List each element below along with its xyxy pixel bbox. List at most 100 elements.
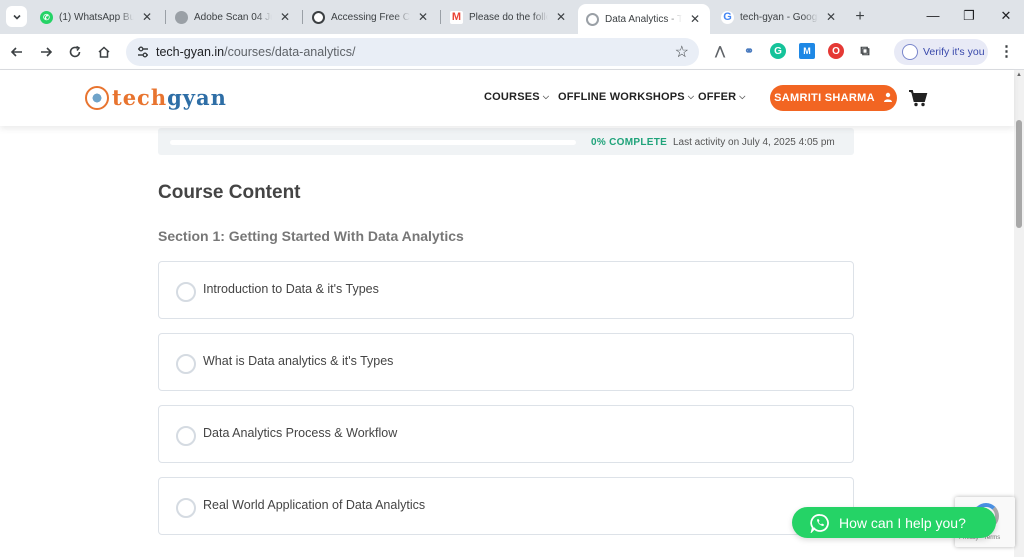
tab-close-icon[interactable]: ✕ <box>824 10 838 24</box>
tab-search-button[interactable] <box>6 6 27 27</box>
url-text: tech-gyan.in/courses/data-analytics/ <box>156 45 355 59</box>
progress-percent: 0% COMPLETE <box>591 137 668 148</box>
tab-separator <box>440 10 441 24</box>
address-bar[interactable]: tech-gyan.in/courses/data-analytics/ ☆ <box>126 38 699 66</box>
globe-icon <box>175 10 188 24</box>
lesson-title: What is Data analytics & it's Types <box>203 354 394 368</box>
progress-bar <box>170 140 576 145</box>
lesson-status-circle-icon <box>176 498 196 518</box>
gmail-icon: M <box>450 10 463 24</box>
lesson-item[interactable]: What is Data analytics & it's Types <box>158 333 854 391</box>
chevron-down-icon: ⌵ <box>542 92 550 101</box>
extension-a-icon[interactable]: ⋀ <box>712 43 728 59</box>
tab-close-icon[interactable]: ✕ <box>554 10 568 24</box>
chevron-down-icon <box>12 14 21 20</box>
nav-courses-label: COURSES <box>484 91 540 103</box>
site-icon <box>586 12 599 26</box>
reload-button[interactable] <box>64 41 86 63</box>
course-progress: 0% COMPLETE Last activity on July 4, 202… <box>158 128 854 155</box>
bookmark-star-icon[interactable]: ☆ <box>675 42 689 62</box>
link-extension-icon[interactable]: ⚭ <box>741 43 757 59</box>
arrow-right-icon <box>41 47 53 57</box>
nav-offer[interactable]: OFFER ⌵ <box>698 91 746 103</box>
nav-courses[interactable]: COURSES ⌵ <box>484 91 549 103</box>
scroll-up-arrow-icon[interactable]: ▲ <box>1015 72 1023 80</box>
tab-separator <box>165 10 166 24</box>
tab-adobe-scan[interactable]: Adobe Scan 04 Jul 2025 ✕ <box>167 5 300 29</box>
url-domain: tech-gyan.in <box>156 45 225 59</box>
home-icon <box>98 46 110 58</box>
forward-button[interactable] <box>35 41 57 63</box>
logo-text: techgyan <box>112 85 227 110</box>
user-icon <box>883 92 893 105</box>
chevron-down-icon: ⌵ <box>739 92 746 101</box>
tab-data-analytics[interactable]: Data Analytics - Tech Gyan ✕ <box>578 4 710 34</box>
nav-offline-workshops-label: OFFLINE WORKSHOPS <box>558 91 685 103</box>
user-account-button[interactable]: SAMRITI SHARMA <box>770 85 897 111</box>
last-activity: Last activity on July 4, 2025 4:05 pm <box>673 137 835 148</box>
whatsapp-icon: ✆ <box>40 10 53 24</box>
site-icon <box>312 10 325 24</box>
window-close-button[interactable]: ✕ <box>991 6 1021 26</box>
tab-close-icon[interactable]: ✕ <box>278 10 292 24</box>
lesson-status-circle-icon <box>176 354 196 374</box>
cart-icon[interactable] <box>908 88 928 108</box>
whatsapp-chat-button[interactable]: How can I help you? <box>792 507 996 538</box>
opera-extension-icon[interactable]: O <box>828 43 844 59</box>
restore-button[interactable]: ❐ <box>954 6 984 26</box>
back-button[interactable] <box>6 41 28 63</box>
profile-avatar-icon <box>902 44 918 60</box>
site-logo[interactable]: techgyan <box>85 85 227 110</box>
tab-close-icon[interactable]: ✕ <box>140 10 154 24</box>
reload-icon <box>69 45 81 58</box>
user-name: SAMRITI SHARMA <box>774 92 875 104</box>
logo-mark-icon <box>85 85 109 110</box>
google-icon: G <box>721 10 734 24</box>
mail-extension-icon[interactable]: M <box>799 43 815 59</box>
tab-whatsapp[interactable]: ✆ (1) WhatsApp Business ✕ <box>32 5 162 29</box>
chevron-down-icon: ⌵ <box>687 92 695 101</box>
verify-profile-button[interactable]: Verify it's you <box>894 39 988 65</box>
whatsapp-label: How can I help you? <box>839 514 966 531</box>
tab-title: Please do the following <box>469 11 548 23</box>
tab-google-search[interactable]: G tech-gyan - Google Search ✕ <box>713 5 846 29</box>
tab-title: Adobe Scan 04 Jul 2025 <box>194 11 272 23</box>
section-title: Section 1: Getting Started With Data Ana… <box>158 228 464 244</box>
whatsapp-icon <box>810 513 829 533</box>
minimize-button[interactable]: — <box>918 6 948 26</box>
lesson-status-circle-icon <box>176 282 196 302</box>
lesson-item[interactable]: Introduction to Data & it's Types <box>158 261 854 319</box>
new-tab-button[interactable]: + <box>851 8 869 26</box>
lesson-status-circle-icon <box>176 426 196 446</box>
nav-offline-workshops[interactable]: OFFLINE WORKSHOPS ⌵ <box>558 91 694 103</box>
url-path: /courses/data-analytics/ <box>224 45 356 59</box>
lesson-title: Real World Application of Data Analytics <box>203 498 426 512</box>
tab-separator <box>302 10 303 24</box>
verify-label: Verify it's you <box>923 46 985 58</box>
tab-title: (1) WhatsApp Business <box>59 11 134 23</box>
tab-close-icon[interactable]: ✕ <box>688 12 702 26</box>
lesson-title: Data Analytics Process & Workflow <box>203 426 398 440</box>
course-content-title: Course Content <box>158 182 301 203</box>
tab-title: tech-gyan - Google Search <box>740 11 818 23</box>
arrow-left-icon <box>10 47 22 57</box>
grammarly-icon[interactable]: G <box>770 43 786 59</box>
home-button[interactable] <box>93 41 115 63</box>
logo-text-tech: tech <box>112 85 168 110</box>
tab-gmail[interactable]: M Please do the following ✕ <box>442 5 576 29</box>
lesson-item[interactable]: Data Analytics Process & Workflow <box>158 405 854 463</box>
tab-title: Accessing Free Courses <box>331 11 410 23</box>
page-scrollbar-thumb[interactable] <box>1016 120 1022 228</box>
browser-tab-bar: ✆ (1) WhatsApp Business ✕ Adobe Scan 04 … <box>0 0 1024 34</box>
lesson-item[interactable]: Real World Application of Data Analytics <box>158 477 854 535</box>
tab-free-courses[interactable]: Accessing Free Courses ✕ <box>304 5 438 29</box>
site-header: techgyan COURSES ⌵ OFFLINE WORKSHOPS ⌵ OFF… <box>0 70 1014 126</box>
tab-close-icon[interactable]: ✕ <box>416 10 430 24</box>
extensions-puzzle-icon[interactable]: ⧉ <box>857 43 873 59</box>
browser-menu-icon[interactable]: ⋮ <box>999 42 1014 62</box>
logo-text-gyan: gyan <box>167 85 227 110</box>
browser-toolbar: tech-gyan.in/courses/data-analytics/ ☆ ⋀… <box>0 34 1024 70</box>
lesson-title: Introduction to Data & it's Types <box>203 282 379 296</box>
tab-title: Data Analytics - Tech Gyan <box>605 13 682 25</box>
site-settings-icon[interactable] <box>135 44 151 60</box>
